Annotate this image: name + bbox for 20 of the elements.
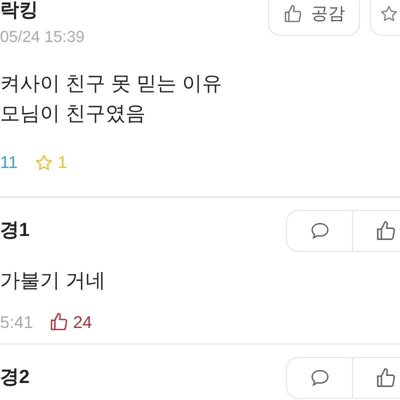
star-icon [34, 152, 54, 173]
post-date: 05/24 15:39 [0, 28, 85, 48]
comment-author: 경2 [0, 367, 30, 389]
thumbs-up-icon [375, 220, 397, 242]
post-body-line: 켜사이 친구 못 믿는 이유 [0, 72, 224, 96]
comment-icon [308, 367, 330, 389]
comment-time: 5:41 [0, 312, 34, 334]
thumbs-up-icon [375, 367, 397, 389]
comment-text: 가불기 거네 [0, 268, 107, 294]
post-body-line: 모님이 친구였음 [0, 102, 147, 126]
star-count: 1 [58, 152, 68, 174]
star-icon [379, 4, 399, 24]
thumbs-up-icon [49, 312, 70, 332]
like-button[interactable]: 공감 [268, 0, 360, 36]
favorite-button[interactable] [370, 0, 400, 36]
comment-author: 경1 [0, 220, 30, 242]
comment-count: 11 [0, 152, 18, 174]
comment-likes: 24 [73, 312, 92, 334]
author-name: 락킹 [0, 0, 39, 22]
thumbs-up-icon [283, 4, 303, 24]
